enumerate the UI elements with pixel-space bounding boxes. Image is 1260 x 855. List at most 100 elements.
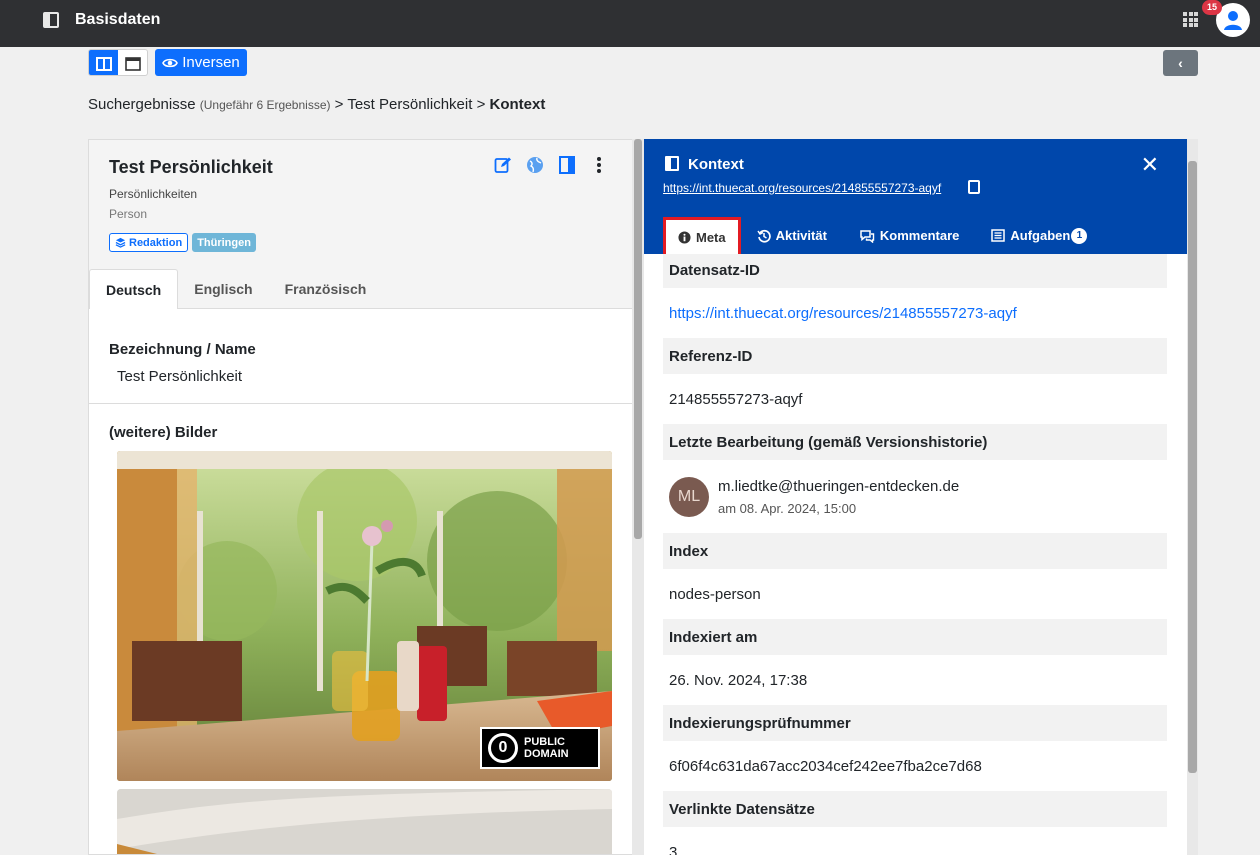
context-panel: Kontext ✕ https://int.thuecat.org/resour… — [644, 139, 1187, 855]
name-field-value: Test Persönlichkeit — [117, 368, 243, 385]
images-field: (weitere) Bilder 0 PUBLIC DOMAIN — [89, 404, 632, 854]
editor-email: m.liedtke@thueringen-entdecken.de — [718, 477, 960, 495]
close-context-button[interactable]: ✕ — [1141, 152, 1159, 178]
context-url-link[interactable]: https://int.thuecat.org/resources/214855… — [663, 181, 941, 195]
badge-redaktion[interactable]: Redaktion — [109, 233, 189, 252]
second-photo[interactable] — [117, 789, 612, 854]
context-tabs: Meta Aktivität Kommentare Aufgaben 1 — [663, 217, 1103, 254]
public-domain-badge: 0 PUBLIC DOMAIN — [480, 727, 600, 769]
sidebar-toggle-icon[interactable] — [43, 12, 59, 28]
context-panel-scroll-thumb[interactable] — [1188, 161, 1197, 773]
top-bar: Basisdaten 15 — [0, 0, 1260, 47]
tab-aktivitaet[interactable]: Aktivität — [741, 217, 843, 254]
inverse-button-label: Inversen — [182, 54, 240, 71]
tab-englisch[interactable]: Englisch — [178, 269, 268, 309]
history-icon — [757, 229, 771, 243]
tab-meta-label: Meta — [696, 229, 726, 245]
breadcrumb: Suchergebnisse (Ungefähr 6 Ergebnisse) >… — [88, 96, 545, 113]
context-header: Kontext ✕ https://int.thuecat.org/resour… — [644, 139, 1187, 254]
language-tabs: Deutsch Englisch Französisch — [89, 269, 382, 309]
tab-aufgaben-label: Aufgaben — [1010, 228, 1071, 243]
record-category: Persönlichkeiten — [109, 187, 198, 201]
tab-aufgaben[interactable]: Aufgaben 1 — [975, 217, 1103, 254]
ceiling-image — [117, 789, 612, 854]
tab-franzoesisch[interactable]: Französisch — [269, 269, 383, 309]
copy-icon[interactable] — [968, 180, 980, 194]
kebab-menu-icon — [597, 157, 601, 173]
inverse-button[interactable]: Inversen — [155, 49, 247, 76]
breadcrumb-item[interactable]: Test Persönlichkeit — [347, 96, 472, 113]
last-editor: ML m.liedtke@thueringen-entdecken.de am … — [663, 460, 1167, 533]
eye-icon — [162, 58, 179, 67]
images-field-label: (weitere) Bilder — [109, 424, 218, 441]
tasks-count-badge: 1 — [1071, 227, 1088, 244]
info-icon — [678, 230, 691, 244]
single-view-button[interactable] — [118, 50, 147, 75]
panel-toggle-button[interactable] — [558, 156, 576, 174]
checksum-label: Indexierungsprüfnummer — [663, 705, 1167, 741]
context-panel-scrollbar[interactable] — [1187, 139, 1198, 855]
indexed-at-label: Indexiert am — [663, 619, 1167, 655]
record-badges: Redaktion Thüringen — [109, 233, 256, 252]
record-panel-scrollbar[interactable] — [632, 139, 644, 855]
tasks-icon — [991, 229, 1006, 242]
checksum-value: 6f06f4c631da67acc2034cef242ee7fba2ce7d68 — [669, 757, 982, 775]
collapse-panel-button[interactable]: ‹ — [1163, 50, 1198, 76]
dataset-id-value: https://int.thuecat.org/resources/214855… — [663, 288, 1167, 338]
split-view-button[interactable] — [89, 50, 118, 75]
public-domain-icon: 0 — [488, 733, 518, 763]
notification-badge: 15 — [1202, 0, 1222, 15]
record-panel: Test Persönlichkeit Persönlichkeiten Per… — [88, 139, 633, 855]
tab-kommentare[interactable]: Kommentare — [843, 217, 975, 254]
tab-aktivitaet-label: Aktivität — [775, 228, 827, 243]
reference-id-value: 214855557273-aqyf — [669, 390, 803, 408]
tab-meta[interactable]: Meta — [663, 217, 741, 254]
columns-icon — [95, 56, 112, 71]
indexed-at-value: 26. Nov. 2024, 17:38 — [669, 671, 808, 689]
edit-button[interactable] — [494, 156, 512, 174]
reference-id-label: Referenz-ID — [663, 338, 1167, 374]
apps-grid-icon[interactable] — [1183, 12, 1198, 27]
dataset-id-link[interactable]: https://int.thuecat.org/resources/214855… — [669, 305, 1017, 322]
breadcrumb-result-hint: (Ungefähr 6 Ergebnisse) — [199, 98, 331, 112]
record-type: Person — [109, 207, 148, 221]
sidebar-right-icon — [559, 156, 575, 174]
last-edit-label: Letzte Bearbeitung (gemäß Versionshistor… — [663, 424, 1167, 460]
app-title: Basisdaten — [75, 11, 161, 28]
view-mode-group — [88, 49, 148, 76]
meta-content: Datensatz-ID https://int.thuecat.org/res… — [644, 252, 1187, 855]
more-options-button[interactable] — [590, 156, 608, 174]
breadcrumb-separator: > — [334, 96, 344, 113]
tab-deutsch[interactable]: Deutsch — [89, 269, 179, 309]
layers-icon — [115, 237, 126, 248]
editor-date: am 08. Apr. 2024, 15:00 — [718, 500, 857, 516]
public-domain-label: PUBLIC DOMAIN — [524, 736, 569, 760]
breadcrumb-root[interactable]: Suchergebnisse — [88, 96, 196, 113]
window-icon — [124, 56, 141, 71]
context-panel-icon — [665, 156, 679, 171]
record-actions — [494, 156, 608, 174]
tab-kommentare-label: Kommentare — [879, 228, 960, 243]
comments-icon — [860, 229, 875, 243]
breadcrumb-current: Kontext — [489, 96, 546, 113]
name-field-label: Bezeichnung / Name — [109, 341, 256, 358]
linked-records-label: Verlinkte Datensätze — [663, 791, 1167, 827]
name-field: Bezeichnung / Name Test Persönlichkeit — [89, 321, 632, 404]
index-label: Index — [663, 533, 1167, 569]
breadcrumb-separator: > — [476, 96, 486, 113]
dataset-id-label: Datensatz-ID — [663, 252, 1167, 288]
globe-button[interactable] — [526, 156, 544, 174]
badge-redaktion-label: Redaktion — [129, 236, 183, 249]
badge-thueringen[interactable]: Thüringen — [192, 233, 256, 252]
editor-avatar: ML — [669, 476, 709, 517]
edit-icon — [494, 157, 511, 173]
record-title: Test Persönlichkeit — [109, 157, 273, 177]
globe-icon — [527, 157, 543, 173]
index-value: nodes-person — [669, 585, 761, 603]
restaurant-photo[interactable]: 0 PUBLIC DOMAIN — [117, 451, 612, 781]
context-title: Kontext — [688, 156, 744, 173]
editor-details: m.liedtke@thueringen-entdecken.de am 08.… — [718, 478, 959, 516]
record-header: Test Persönlichkeit Persönlichkeiten Per… — [89, 140, 632, 309]
record-panel-scroll-thumb[interactable] — [634, 139, 642, 539]
linked-records-value: 3 — [669, 843, 678, 855]
